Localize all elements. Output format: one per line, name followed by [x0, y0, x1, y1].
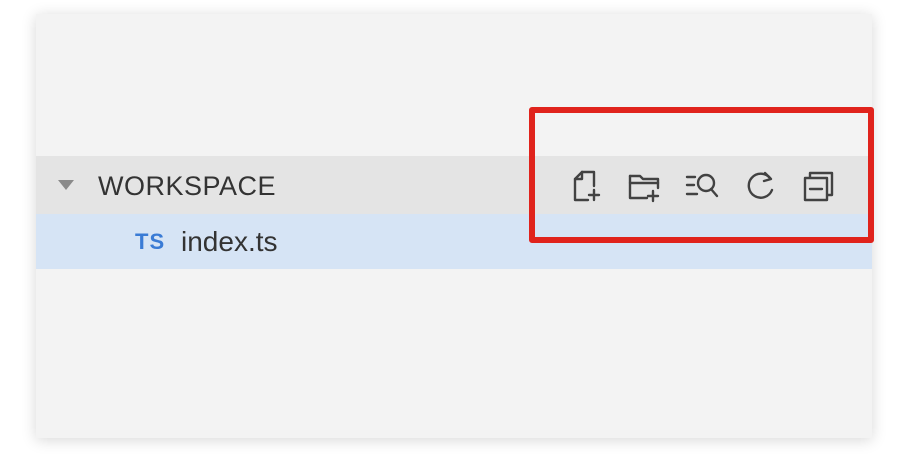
explorer-panel: WORKSPACE TS index.ts — [36, 14, 872, 438]
search-list-icon — [685, 173, 719, 198]
chevron-down-icon[interactable] — [58, 180, 74, 190]
new-folder-button[interactable] — [626, 168, 662, 204]
typescript-file-icon: TS — [135, 229, 166, 254]
collapse-all-icon — [803, 171, 834, 202]
refresh-icon — [747, 171, 774, 199]
section-title: WORKSPACE — [98, 171, 277, 201]
new-file-icon — [573, 170, 601, 202]
refresh-button[interactable] — [742, 168, 778, 204]
file-name: index.ts — [181, 226, 278, 257]
file-row-index-ts[interactable]: TS index.ts — [36, 214, 872, 269]
search-list-button[interactable] — [684, 168, 720, 204]
new-file-button[interactable] — [568, 168, 604, 204]
explorer-toolbar — [568, 168, 836, 204]
new-folder-icon — [628, 174, 660, 203]
workspace-section-header[interactable]: WORKSPACE — [36, 156, 872, 214]
collapse-all-button[interactable] — [800, 168, 836, 204]
